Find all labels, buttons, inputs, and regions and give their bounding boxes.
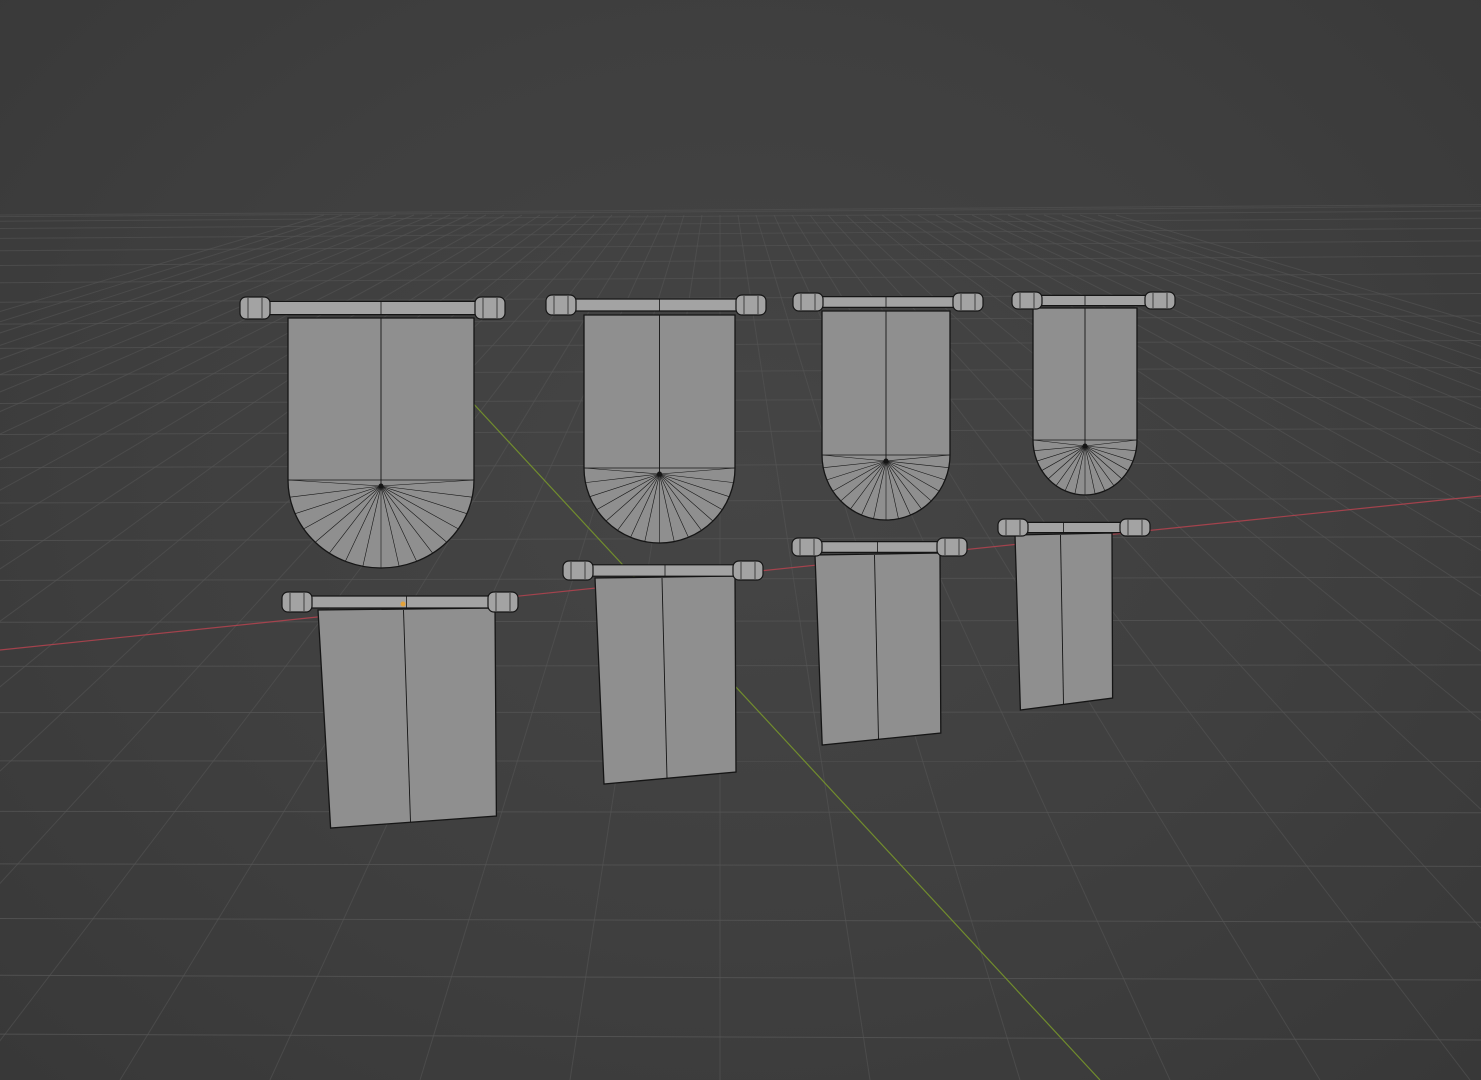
rod-cap-left[interactable] <box>997 518 1029 537</box>
rod-cap-left[interactable] <box>239 296 271 320</box>
fan-center-vertex <box>378 483 384 489</box>
banner-rod[interactable] <box>1025 294 1162 307</box>
floor-grid <box>0 204 1481 1080</box>
grid-line <box>0 204 1481 216</box>
rod-cap-right[interactable] <box>1119 518 1151 537</box>
rod-cap-left[interactable] <box>562 560 594 581</box>
grid-line <box>863 214 1481 722</box>
grid-line <box>0 396 1481 405</box>
banner-flat-2[interactable] <box>562 560 764 785</box>
3d-viewport[interactable] <box>0 0 1481 1080</box>
grid-line <box>0 461 1481 469</box>
viewport-scene[interactable] <box>0 0 1481 1080</box>
rod-cap-right[interactable] <box>735 294 767 316</box>
grid-line <box>899 214 1481 597</box>
rod-cap-right[interactable] <box>487 591 519 613</box>
grid-line <box>0 427 1481 435</box>
fan-center-vertex <box>1082 443 1088 449</box>
banner-rod[interactable] <box>559 298 753 312</box>
rod-cap-right[interactable] <box>952 292 984 312</box>
grid-line <box>1115 214 1481 325</box>
rod-cap-right[interactable] <box>474 296 506 320</box>
rod-cap-left[interactable] <box>1011 291 1043 310</box>
grid-line <box>0 339 1481 349</box>
banner-rod[interactable] <box>806 296 970 309</box>
banner-flat-4[interactable] <box>997 518 1151 711</box>
object-origin-marker <box>400 601 406 607</box>
banner-cloth[interactable] <box>594 575 737 785</box>
banner-rounded-3[interactable] <box>792 292 984 521</box>
rod-cap-left[interactable] <box>791 537 823 557</box>
banner-rounded-4[interactable] <box>1011 291 1176 496</box>
rod-cap-left[interactable] <box>545 294 577 316</box>
rod-cap-left[interactable] <box>792 292 824 312</box>
scene-objects[interactable] <box>239 291 1176 829</box>
grid-line <box>0 1033 1481 1041</box>
banner-flat-3[interactable] <box>791 537 968 746</box>
rod-cap-left[interactable] <box>281 591 313 613</box>
banner-rounded-2[interactable] <box>545 294 767 544</box>
grid-line <box>0 711 1481 714</box>
rod-cap-right[interactable] <box>936 537 968 557</box>
grid-line <box>0 863 1481 867</box>
grid-line <box>917 214 1481 551</box>
banner-rod[interactable] <box>805 540 954 553</box>
rod-cap-right[interactable] <box>732 560 764 581</box>
rod-cap-right[interactable] <box>1144 291 1176 310</box>
banner-rod[interactable] <box>253 300 492 316</box>
banner-rod[interactable] <box>295 595 505 609</box>
grid-line <box>0 315 1481 325</box>
banner-rod[interactable] <box>576 564 750 577</box>
banner-cloth[interactable] <box>1014 532 1114 711</box>
banner-rod[interactable] <box>1011 521 1137 534</box>
grid-line <box>1097 214 1481 336</box>
grid-line <box>0 664 1481 667</box>
fan-center-vertex <box>883 458 889 464</box>
grid-line <box>0 918 1481 923</box>
grid-line <box>0 619 1481 623</box>
fan-center-vertex <box>657 471 662 477</box>
grid-line <box>0 810 1481 814</box>
banner-flat-1[interactable] <box>281 591 519 829</box>
grid-line <box>0 497 1481 504</box>
grid-line <box>0 205 1481 218</box>
